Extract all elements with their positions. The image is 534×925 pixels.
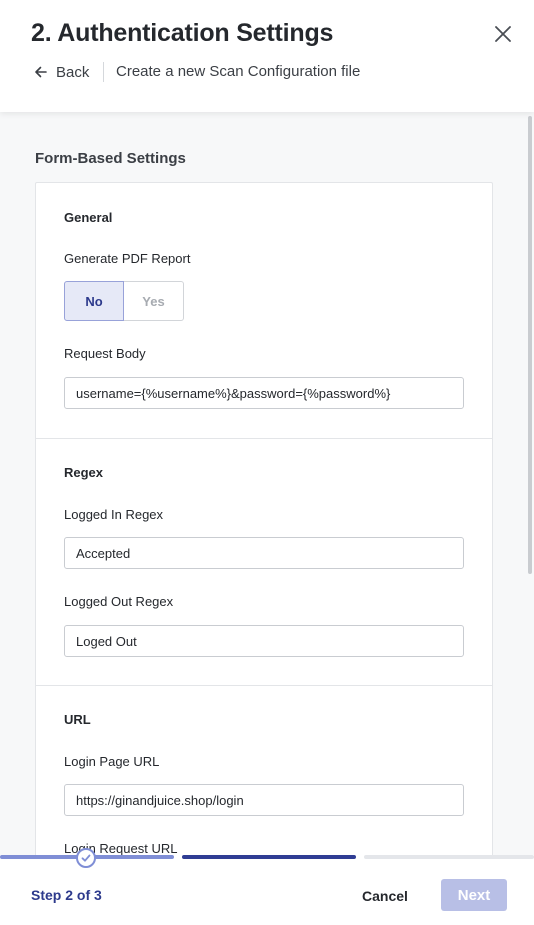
login-page-url-label: Login Page URL xyxy=(64,754,160,769)
general-group: General Generate PDF Report No Yes Reque… xyxy=(36,183,492,438)
url-heading: URL xyxy=(64,712,91,727)
logged-in-regex-label: Logged In Regex xyxy=(64,507,164,522)
pdf-option-yes[interactable]: Yes xyxy=(124,281,184,321)
request-body-label: Request Body xyxy=(64,346,146,361)
request-body-input[interactable]: username={%username%}&password={%passwor… xyxy=(64,377,464,409)
progress-step-2 xyxy=(182,855,356,859)
regex-group: Regex Logged In Regex Accepted Logged Ou… xyxy=(36,438,492,685)
scrollbar[interactable] xyxy=(528,116,532,574)
dialog-header: 2. Authentication Settings Back Create a… xyxy=(0,0,534,112)
progress-step-3 xyxy=(364,855,534,859)
back-label: Back xyxy=(56,63,90,81)
check-icon xyxy=(81,854,91,862)
pdf-option-no[interactable]: No xyxy=(64,281,124,321)
arrow-left-icon xyxy=(35,66,47,78)
cancel-button[interactable]: Cancel xyxy=(350,880,420,912)
scroll-content[interactable]: Form-Based Settings General Generate PDF… xyxy=(0,112,534,855)
step-complete-check xyxy=(76,848,96,868)
logged-out-regex-label: Logged Out Regex xyxy=(64,594,174,609)
pdf-report-toggle: No Yes xyxy=(64,281,184,321)
login-page-url-input[interactable]: https://ginandjuice.shop/login xyxy=(64,784,464,816)
pdf-report-label: Generate PDF Report xyxy=(64,251,191,266)
header-divider xyxy=(103,62,104,82)
url-group: URL Login Page URL https://ginandjuice.s… xyxy=(36,685,492,855)
regex-heading: Regex xyxy=(64,465,104,480)
next-button[interactable]: Next xyxy=(441,879,507,911)
page-subtitle: Create a new Scan Configuration file xyxy=(116,63,361,80)
logged-in-regex-input[interactable]: Accepted xyxy=(64,537,464,569)
back-button[interactable]: Back xyxy=(34,62,89,82)
close-icon xyxy=(495,26,511,42)
settings-card: General Generate PDF Report No Yes Reque… xyxy=(35,182,493,855)
close-button[interactable] xyxy=(490,21,516,47)
section-title: Form-Based Settings xyxy=(35,150,186,167)
wizard-footer: Step 2 of 3 Cancel Next xyxy=(0,848,534,925)
step-indicator: Step 2 of 3 xyxy=(31,887,102,903)
logged-out-regex-input[interactable]: Loged Out xyxy=(64,625,464,657)
general-heading: General xyxy=(64,210,113,225)
page-title: 2. Authentication Settings xyxy=(31,19,334,47)
